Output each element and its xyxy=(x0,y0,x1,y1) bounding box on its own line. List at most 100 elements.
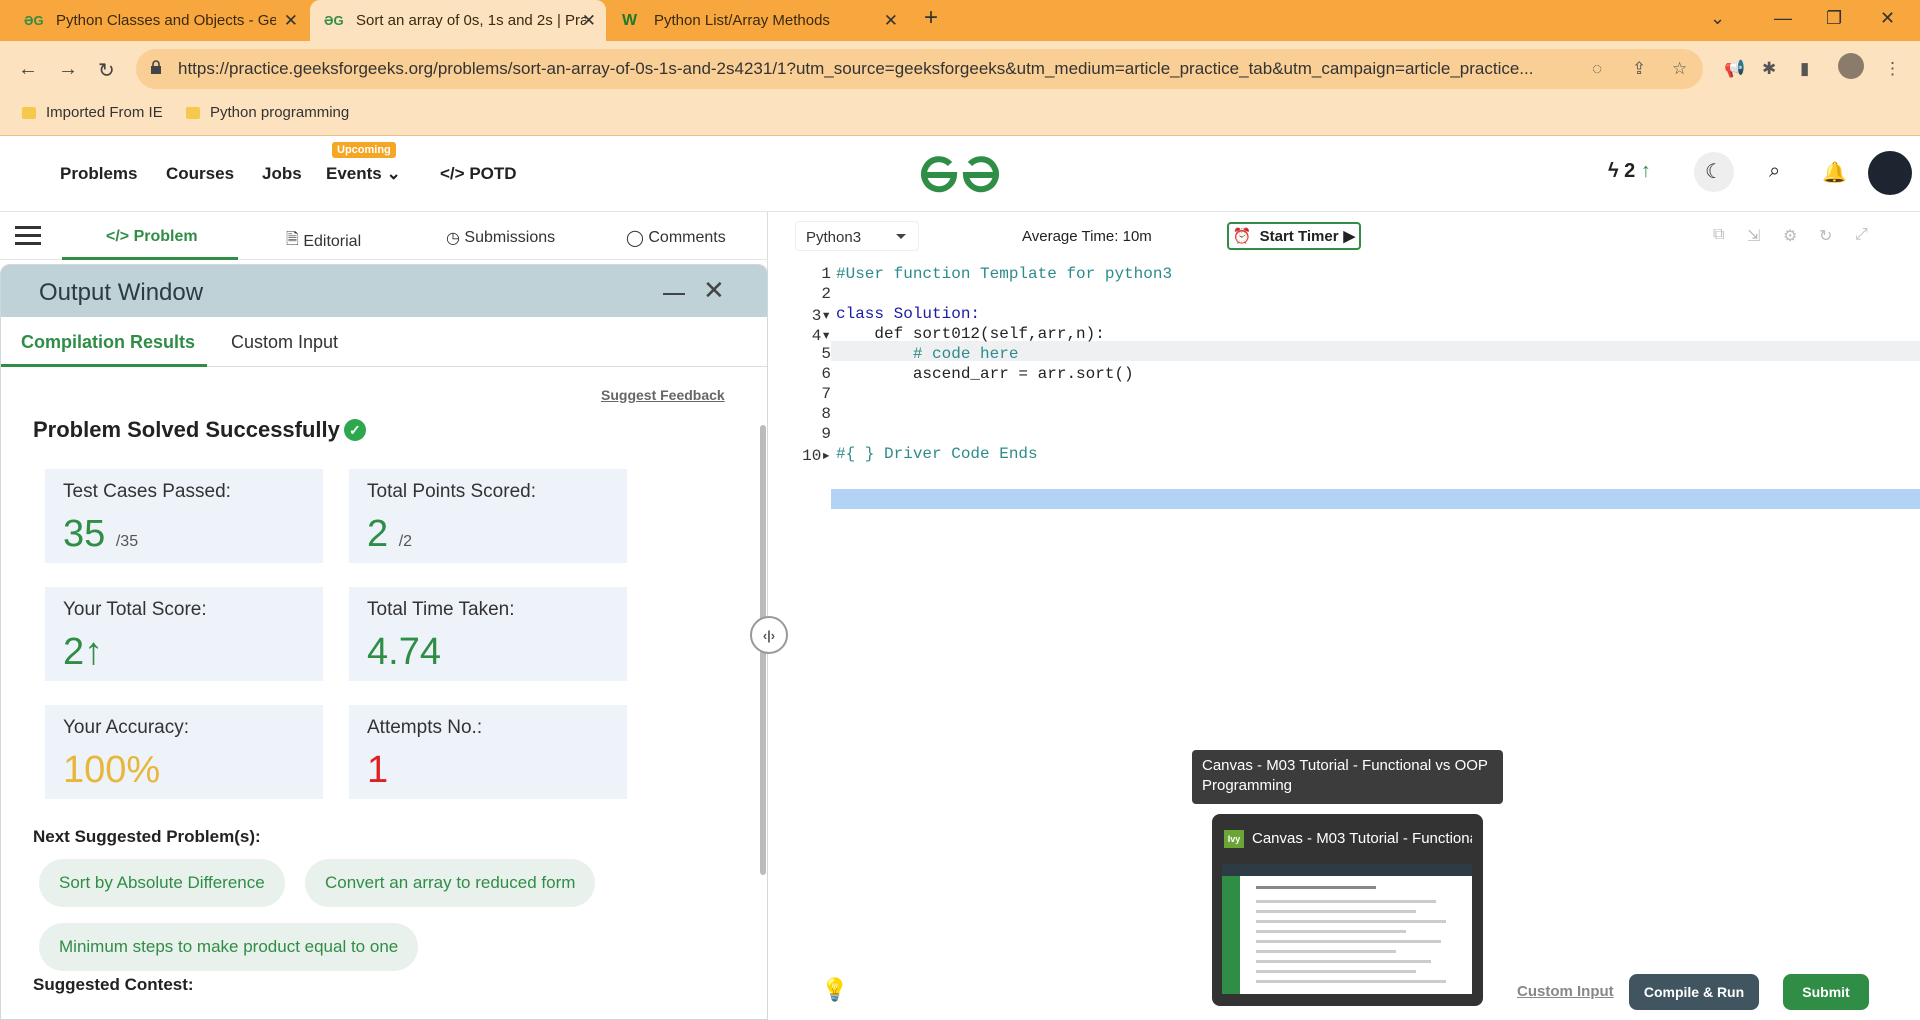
streak-indicator[interactable]: ϟ 2 ↑ xyxy=(1608,160,1651,183)
taskbar-window-preview[interactable]: Ivy Canvas - M03 Tutorial - Functional v… xyxy=(1212,814,1483,1006)
chevron-down-icon: ⌄ xyxy=(386,164,401,183)
search-icon[interactable]: ⌕ xyxy=(1769,160,1780,183)
back-arrow-icon[interactable]: ← xyxy=(18,58,38,81)
bookmark-star-icon[interactable]: ☆ xyxy=(1672,59,1687,79)
start-timer-button[interactable]: ⏰ Start Timer ▶ xyxy=(1227,222,1361,250)
w3-favicon-icon: W xyxy=(622,11,638,29)
browser-tab-3[interactable]: W Python List/Array Methods ✕ xyxy=(608,0,908,41)
url-field[interactable]: https://practice.geeksforgeeks.org/probl… xyxy=(136,49,1703,89)
share-icon[interactable]: ⇪ xyxy=(1632,59,1646,79)
compile-run-button[interactable]: Compile & Run xyxy=(1629,974,1759,1010)
tab-editorial[interactable]: 🗎 Editorial xyxy=(286,228,361,255)
close-icon[interactable]: ✕ xyxy=(703,275,725,306)
suggest-feedback-link[interactable]: Suggest Feedback xyxy=(601,387,725,403)
notification-bell-icon[interactable]: 🔔 xyxy=(1822,160,1847,185)
tab-title: Sort an array of 0s, 1s and 2s | Practic… xyxy=(356,12,586,29)
language-value: Python3 xyxy=(806,229,862,246)
reset-icon[interactable]: ↻ xyxy=(1819,226,1832,246)
tab-comments[interactable]: ◯ Comments xyxy=(626,228,726,248)
folder-icon xyxy=(186,106,200,119)
side-panel-icon[interactable]: ▮ xyxy=(1800,59,1809,79)
address-bar-row: ← → ↻ https://practice.geeksforgeeks.org… xyxy=(0,41,1920,98)
submit-button[interactable]: Submit xyxy=(1783,974,1869,1010)
play-circle-icon: ▶ xyxy=(1343,228,1356,245)
nav-problems[interactable]: Problems xyxy=(60,164,137,184)
fullscreen-icon[interactable]: ⤢ xyxy=(1855,226,1868,244)
output-window-title: Output Window xyxy=(39,279,204,306)
tab-problem[interactable]: </> Problem xyxy=(106,228,198,246)
bookmark-python[interactable]: Python programming xyxy=(186,104,349,121)
new-tab-icon[interactable]: + xyxy=(924,4,938,32)
forward-arrow-icon[interactable]: → xyxy=(58,58,78,81)
card-points: Total Points Scored: 2 /2 xyxy=(349,469,627,563)
eye-off-icon[interactable]: ◌ xyxy=(1592,59,1602,79)
close-tab-icon[interactable]: ✕ xyxy=(884,11,898,31)
browser-tab-2[interactable]: ƏG Sort an array of 0s, 1s and 2s | Prac… xyxy=(310,0,606,41)
nav-potd[interactable]: </> POTD xyxy=(440,164,517,184)
alarm-clock-icon: ⏰ xyxy=(1232,228,1252,245)
points-total: /2 xyxy=(398,533,413,550)
card-value: 2↑ xyxy=(63,631,103,674)
custom-input-link[interactable]: Custom Input xyxy=(1517,983,1614,1000)
output-window-header: Output Window ✕ xyxy=(1,265,767,317)
line-number: 10▸ xyxy=(802,447,831,465)
bookmark-imported[interactable]: Imported From IE xyxy=(22,104,163,121)
close-tab-icon[interactable]: ✕ xyxy=(582,11,596,31)
bookmarks-bar: Imported From IE Python programming xyxy=(0,98,1920,136)
close-window-icon[interactable]: ✕ xyxy=(1880,8,1895,29)
active-tab-underline xyxy=(1,364,207,367)
nav-jobs[interactable]: Jobs xyxy=(262,164,302,184)
browser-tab-1[interactable]: ƏG Python Classes and Objects - Geeksfor… xyxy=(0,0,308,41)
line-number: 9 xyxy=(821,425,831,443)
card-value: 2 /2 xyxy=(367,513,412,556)
language-select[interactable]: Python3 xyxy=(795,221,919,251)
bookmark-label: Imported From IE xyxy=(46,104,163,121)
minimize-icon[interactable] xyxy=(663,293,685,295)
close-tab-icon[interactable]: ✕ xyxy=(284,11,298,31)
up-arrow-icon: ↑ xyxy=(84,631,104,673)
tab-search-chevron-icon[interactable]: ⌄ xyxy=(1710,8,1725,29)
lightbulb-icon[interactable]: 💡 xyxy=(821,977,848,1003)
card-label: Test Cases Passed: xyxy=(63,481,231,502)
problem-tabs: </> Problem 🗎 Editorial ◷ Submissions ◯ … xyxy=(0,212,768,260)
copy-icon[interactable]: ⧉ xyxy=(1713,226,1724,244)
tab-problem-label: Problem xyxy=(133,228,198,245)
nav-events[interactable]: Events ⌄ xyxy=(326,164,401,184)
tests-passed: 35 xyxy=(63,513,106,555)
attempts-value: 1 xyxy=(367,749,389,791)
reload-icon[interactable]: ↻ xyxy=(98,58,115,83)
thumbnail-line xyxy=(1256,900,1436,903)
dark-mode-moon-icon[interactable]: ☾ xyxy=(1694,152,1734,192)
suggestion-pill[interactable]: Sort by Absolute Difference xyxy=(39,859,285,907)
code-line: class Solution: xyxy=(836,305,981,323)
tab-title: Python List/Array Methods xyxy=(654,12,830,29)
tab-submissions-label: Submissions xyxy=(464,229,556,246)
document-icon: 🗎 xyxy=(286,231,304,248)
streak-count: 2 xyxy=(1624,160,1636,182)
accuracy-value: 100% xyxy=(63,749,161,791)
menu-kebab-icon[interactable]: ⋮ xyxy=(1884,59,1901,79)
tab-submissions[interactable]: ◷ Submissions xyxy=(446,228,555,248)
card-label: Total Points Scored: xyxy=(367,481,536,502)
hamburger-menu-icon[interactable] xyxy=(15,226,41,246)
profile-avatar[interactable] xyxy=(1838,53,1864,79)
thumbnail-line xyxy=(1256,930,1406,933)
gfg-logo[interactable] xyxy=(918,154,1002,196)
suggestion-pill[interactable]: Minimum steps to make product equal to o… xyxy=(39,923,419,971)
panel-resize-handle-icon[interactable]: ‹|› xyxy=(750,616,788,654)
export-icon[interactable]: ⇲ xyxy=(1747,226,1760,246)
next-suggested-heading: Next Suggested Problem(s): xyxy=(33,827,261,846)
extensions-puzzle-icon[interactable]: ✱ xyxy=(1762,59,1776,79)
tab-comments-label: Comments xyxy=(648,229,726,246)
suggestion-pill[interactable]: Convert an array to reduced form xyxy=(305,859,596,907)
megaphone-icon[interactable]: 📢 xyxy=(1724,59,1745,79)
tab-custom-input[interactable]: Custom Input xyxy=(231,332,338,353)
tab-compilation-results[interactable]: Compilation Results xyxy=(21,332,195,353)
user-avatar[interactable] xyxy=(1868,151,1912,195)
minimize-icon[interactable]: — xyxy=(1774,8,1792,29)
settings-gear-icon[interactable]: ⚙ xyxy=(1783,226,1797,246)
code-editor[interactable]: 1 2 3▾ 4▾ 5 6 7 8 9 10▸ #User function T… xyxy=(769,260,1920,720)
nav-courses[interactable]: Courses xyxy=(166,164,234,184)
bookmark-label: Python programming xyxy=(210,104,350,121)
restore-icon[interactable]: ❐ xyxy=(1826,8,1842,29)
